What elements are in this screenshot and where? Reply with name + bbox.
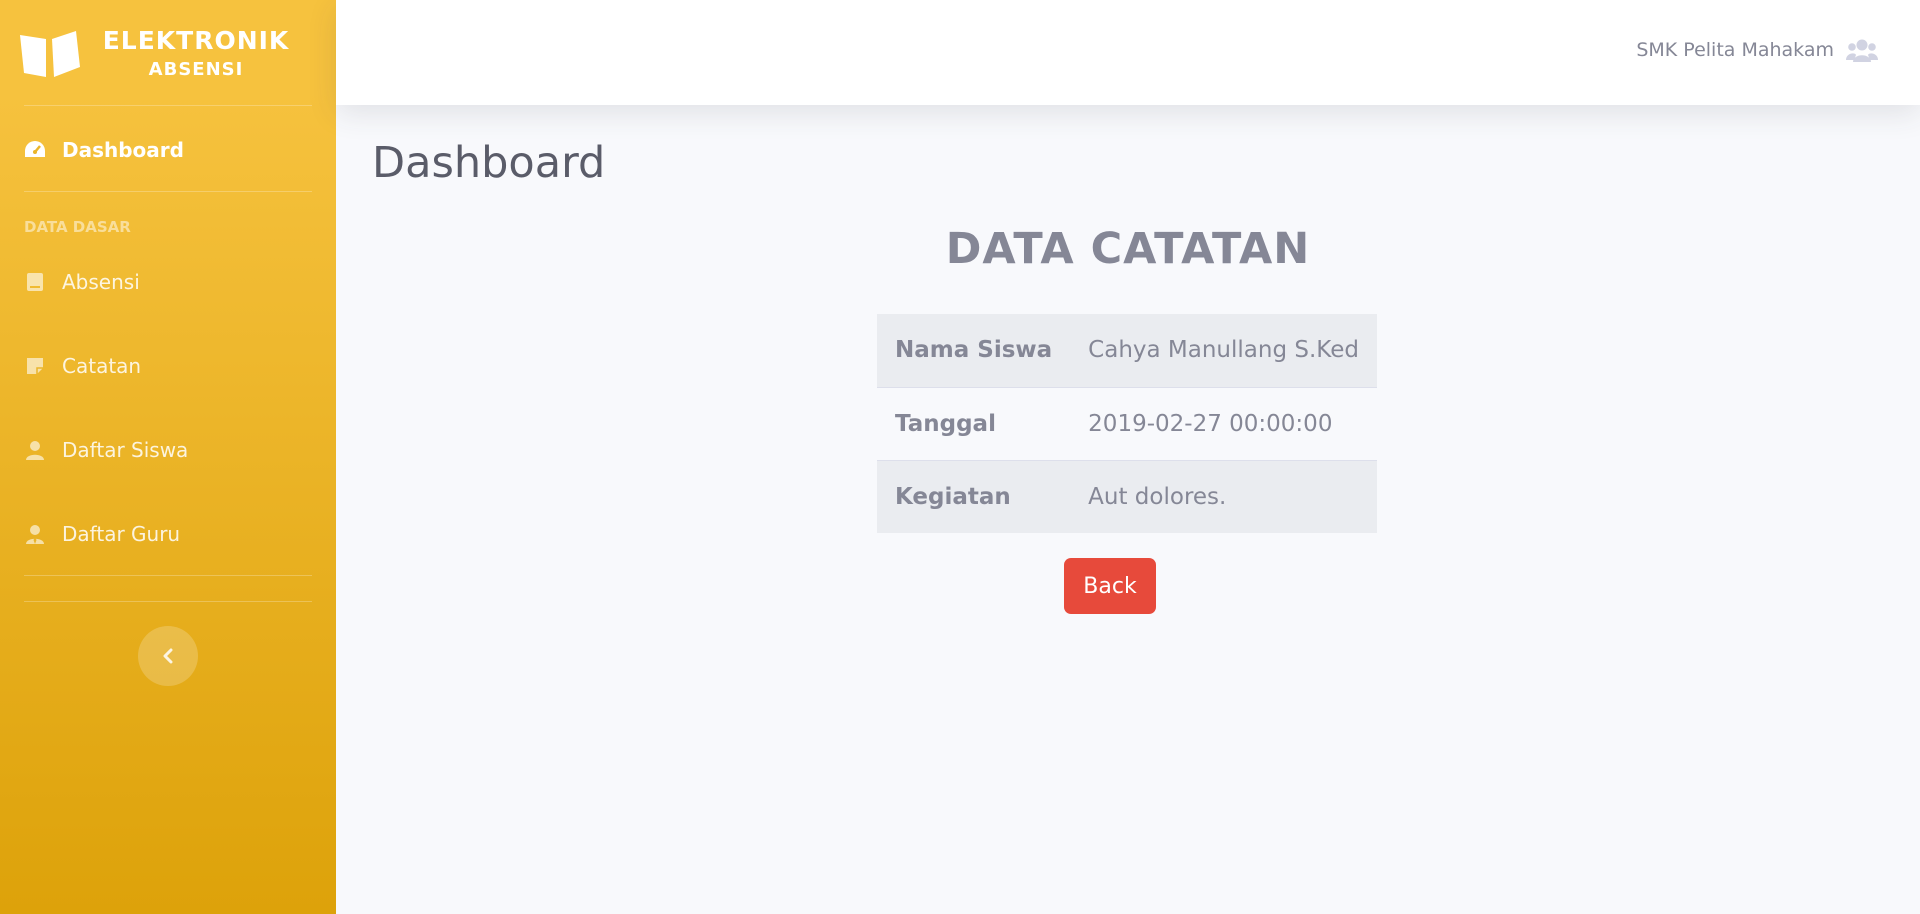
sidebar-divider bbox=[24, 191, 312, 192]
sidebar-item-label: Dashboard bbox=[62, 138, 184, 162]
sidebar-item-label: Catatan bbox=[62, 354, 142, 378]
table-row: Kegiatan Aut dolores. bbox=[877, 459, 1377, 533]
user-menu[interactable]: SMK Pelita Mahakam bbox=[1636, 38, 1878, 62]
sidebar: ELEKTRONIK ABSENSI Dashboard DATA DASAR … bbox=[0, 0, 336, 914]
row-key: Tanggal bbox=[877, 386, 1071, 460]
sidebar-toggle-button[interactable] bbox=[138, 626, 198, 686]
sticky-note-icon bbox=[24, 355, 46, 377]
users-icon bbox=[1846, 39, 1878, 62]
row-key: Kegiatan bbox=[877, 459, 1071, 533]
book-icon bbox=[24, 271, 46, 293]
row-key: Nama Siswa bbox=[895, 337, 1053, 364]
page-title: Dashboard bbox=[372, 138, 606, 188]
sidebar-brand[interactable]: ELEKTRONIK ABSENSI bbox=[0, 0, 336, 105]
row-value: 2019-02-27 00:00:00 bbox=[1070, 386, 1377, 460]
tachometer-icon bbox=[24, 139, 46, 161]
table-row: Tanggal 2019-02-27 00:00:00 bbox=[877, 386, 1377, 460]
card-title: DATA CATATAN bbox=[945, 224, 1311, 274]
book-open-icon bbox=[20, 30, 80, 77]
row-value: Cahya Manullang S.Ked bbox=[1088, 337, 1359, 364]
user-tie-icon bbox=[24, 523, 46, 545]
sidebar-divider bbox=[24, 105, 312, 106]
row-value: Aut dolores. bbox=[1070, 459, 1377, 533]
topbar: SMK Pelita Mahakam bbox=[336, 0, 1920, 105]
sidebar-divider bbox=[24, 575, 312, 576]
chevron-left-icon bbox=[163, 648, 173, 664]
sidebar-item-daftar-siswa[interactable]: Daftar Siswa bbox=[24, 430, 312, 470]
sidebar-item-label: Absensi bbox=[62, 270, 140, 294]
user-name: SMK Pelita Mahakam bbox=[1636, 39, 1834, 61]
sidebar-item-daftar-guru[interactable]: Daftar Guru bbox=[24, 514, 312, 554]
sidebar-item-absensi[interactable]: Absensi bbox=[24, 262, 312, 302]
brand-subtitle: ABSENSI bbox=[148, 58, 244, 80]
brand-title: ELEKTRONIK bbox=[102, 25, 290, 55]
table-row: Nama Siswa Cahya Manullang S.Ked bbox=[877, 314, 1377, 387]
back-button[interactable]: Back bbox=[1064, 558, 1156, 614]
user-icon bbox=[24, 439, 46, 461]
sidebar-item-dashboard[interactable]: Dashboard bbox=[24, 130, 312, 170]
sidebar-item-label: Daftar Siswa bbox=[62, 438, 189, 462]
sidebar-divider bbox=[24, 601, 312, 602]
sidebar-item-catatan[interactable]: Catatan bbox=[24, 346, 312, 386]
sidebar-heading: DATA DASAR bbox=[24, 218, 131, 236]
brand-text: ELEKTRONIK ABSENSI bbox=[96, 26, 296, 80]
detail-table: Nama Siswa Cahya Manullang S.Ked Tanggal… bbox=[877, 314, 1377, 533]
sidebar-item-label: Daftar Guru bbox=[62, 522, 181, 546]
